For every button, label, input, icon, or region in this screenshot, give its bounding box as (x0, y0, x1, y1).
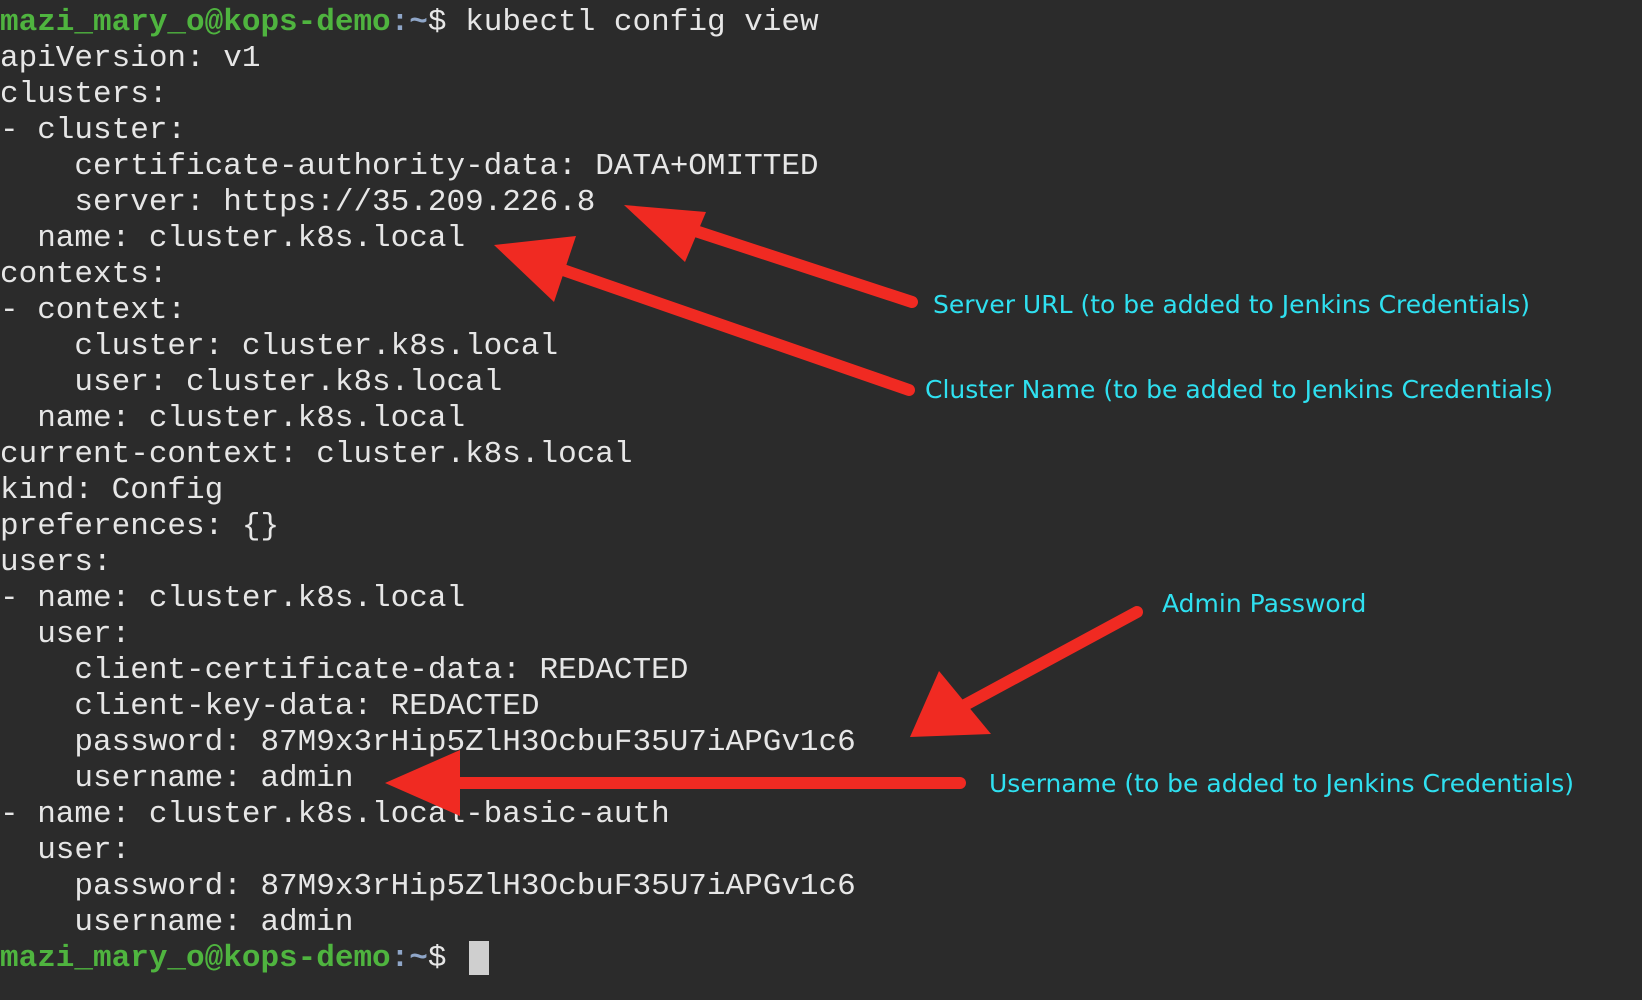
output-line: - name: cluster.k8s.local (0, 581, 466, 616)
output-line: client-certificate-data: REDACTED (0, 653, 689, 688)
arrow-admin-password (910, 606, 1143, 737)
output-line: users: (0, 545, 112, 580)
prompt-user-host: mazi_mary_o@kops-demo (0, 941, 391, 977)
output-line: client-key-data: REDACTED (0, 689, 540, 724)
output-line: clusters: (0, 77, 168, 112)
prompt-path: :~ (390, 941, 428, 977)
output-line: certificate-authority-data: DATA+OMITTED (0, 149, 819, 184)
annotation-username: Username (to be added to Jenkins Credent… (989, 769, 1574, 798)
arrow-cluster-name (494, 236, 915, 396)
output-line: cluster: cluster.k8s.local (0, 329, 559, 364)
prompt-sign: $ (427, 5, 466, 40)
terminal-window[interactable]: mazi_mary_o@kops-demo:~$ kubectl config … (0, 0, 1642, 1000)
text-cursor[interactable] (469, 941, 490, 975)
output-line: - cluster: (0, 113, 187, 148)
annotation-cluster-name: Cluster Name (to be added to Jenkins Cre… (925, 375, 1553, 404)
output-line: user: (0, 833, 131, 868)
annotation-admin-password: Admin Password (1162, 589, 1367, 618)
output-line: preferences: {} (0, 509, 280, 544)
output-line-server: server: https://35.209.226.8 (0, 185, 596, 220)
output-line: apiVersion: v1 (0, 41, 261, 76)
output-line: kind: Config (0, 473, 224, 508)
prompt-user-host: mazi_mary_o@kops-demo (0, 5, 391, 40)
output-line: - context: (0, 293, 187, 328)
output-line-username: username: admin (0, 761, 354, 796)
output-line: current-context: cluster.k8s.local (0, 437, 633, 472)
annotation-server-url: Server URL (to be added to Jenkins Crede… (933, 290, 1531, 319)
prompt-path: :~ (390, 5, 428, 40)
output-line-password: password: 87M9x3rHip5ZlH3OcbuF35U7iAPGv1… (0, 725, 856, 760)
output-line: username: admin (0, 905, 354, 940)
command-text: kubectl config view (465, 5, 819, 40)
input-prompt-line[interactable]: mazi_mary_o@kops-demo:~$ (0, 941, 490, 977)
output-line-cluster-name: name: cluster.k8s.local (0, 221, 466, 256)
output-line: user: cluster.k8s.local (0, 365, 503, 400)
arrow-server-url (624, 205, 918, 308)
output-line: name: cluster.k8s.local (0, 401, 466, 436)
output-line: - name: cluster.k8s.local-basic-auth (0, 797, 670, 832)
output-line: password: 87M9x3rHip5ZlH3OcbuF35U7iAPGv1… (0, 869, 856, 904)
command-prompt-line: mazi_mary_o@kops-demo:~$ kubectl config … (0, 5, 819, 41)
output-line: user: (0, 617, 131, 652)
output-line: contexts: (0, 257, 168, 292)
prompt-sign: $ (427, 941, 466, 977)
